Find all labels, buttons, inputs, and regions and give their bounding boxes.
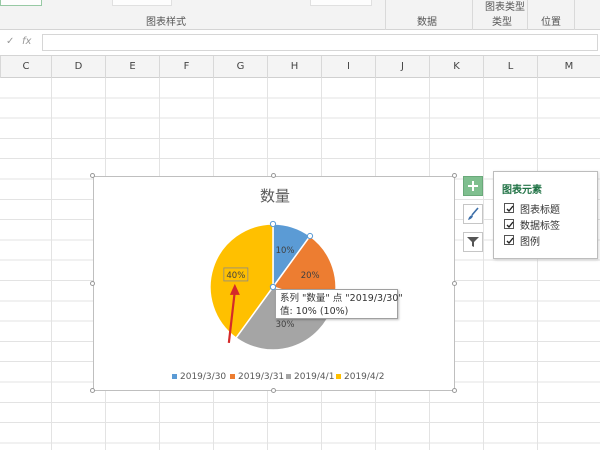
data-point-tooltip: 系列 "数量" 点 "2019/3/30" 值: 10% (10%) bbox=[275, 289, 403, 319]
column-header-row: C D E F G H I J K L M bbox=[0, 56, 600, 78]
checkmark-icon bbox=[506, 237, 514, 245]
column-header[interactable]: I bbox=[321, 56, 375, 78]
legend-label: 2019/4/2 bbox=[344, 372, 385, 382]
grid-line bbox=[51, 78, 52, 450]
column-header[interactable]: E bbox=[105, 56, 159, 78]
ribbon-style-thumbnail[interactable] bbox=[0, 0, 42, 6]
legend-swatch bbox=[336, 374, 341, 379]
checkbox[interactable] bbox=[504, 219, 514, 229]
ribbon-style-thumbnail[interactable] bbox=[310, 0, 372, 6]
tooltip-line: 值: 10% (10%) bbox=[280, 306, 349, 317]
legend-entry[interactable]: 2019/4/2 bbox=[336, 372, 384, 382]
checkbox[interactable] bbox=[504, 235, 514, 245]
ribbon-style-thumbnail[interactable] bbox=[112, 0, 172, 6]
formula-input[interactable] bbox=[42, 34, 598, 51]
ribbon-separator bbox=[574, 0, 575, 30]
resize-handle[interactable] bbox=[452, 281, 457, 286]
chart-filters-button[interactable] bbox=[463, 232, 483, 252]
resize-handle[interactable] bbox=[90, 281, 95, 286]
legend-swatch bbox=[286, 374, 291, 379]
column-header[interactable]: H bbox=[267, 56, 321, 78]
legend-label: 2019/3/30 bbox=[180, 372, 227, 382]
legend-entry[interactable]: 2019/4/1 bbox=[286, 372, 334, 382]
panel-title: 图表元素 bbox=[502, 185, 542, 196]
grid-line bbox=[483, 78, 484, 450]
ribbon-group-label: 数据 bbox=[417, 17, 437, 28]
legend-label: 2019/4/1 bbox=[294, 372, 335, 382]
filter-icon bbox=[467, 237, 479, 247]
resize-handle[interactable] bbox=[90, 173, 95, 178]
ribbon-group-label: 位置 bbox=[541, 17, 561, 28]
legend-swatch bbox=[172, 374, 177, 379]
chart-elements-button[interactable] bbox=[463, 176, 483, 196]
chart-elements-panel: 图表元素 图表标题 数据标签 图例 bbox=[493, 171, 598, 259]
resize-handle[interactable] bbox=[452, 173, 457, 178]
column-header[interactable]: C bbox=[0, 56, 51, 78]
legend-swatch bbox=[230, 374, 235, 379]
ribbon-separator bbox=[527, 0, 528, 30]
chart-element-option[interactable]: 图表标题 bbox=[504, 201, 560, 216]
legend-label: 2019/3/31 bbox=[238, 372, 285, 382]
option-label: 图表标题 bbox=[520, 204, 560, 216]
column-header[interactable]: F bbox=[159, 56, 213, 78]
column-header[interactable]: M bbox=[537, 56, 600, 78]
brush-icon bbox=[468, 207, 479, 220]
column-header[interactable]: J bbox=[375, 56, 429, 78]
ribbon: 图表样式 数据 图表类型 类型 位置 bbox=[0, 0, 600, 30]
resize-handle[interactable] bbox=[271, 388, 276, 393]
legend-entry[interactable]: 2019/3/31 bbox=[230, 372, 284, 382]
cancel-entry-icon[interactable]: ✓ bbox=[6, 36, 14, 47]
ribbon-separator bbox=[385, 0, 386, 30]
grid-line bbox=[537, 78, 538, 450]
chart-legend[interactable]: 2019/3/30 2019/3/31 2019/4/1 2019/4/2 bbox=[172, 372, 412, 384]
resize-handle[interactable] bbox=[452, 388, 457, 393]
chart-element-option[interactable]: 数据标签 bbox=[504, 217, 560, 232]
chart-styles-button[interactable] bbox=[463, 204, 483, 224]
chart-area[interactable]: 数量 bbox=[93, 176, 455, 391]
column-header[interactable]: L bbox=[483, 56, 537, 78]
chart-element-option[interactable]: 图例 bbox=[504, 233, 540, 248]
checkbox[interactable] bbox=[504, 203, 514, 213]
legend-entry[interactable]: 2019/3/30 bbox=[172, 372, 226, 382]
column-header[interactable]: K bbox=[429, 56, 483, 78]
formula-bar: ✓ fx bbox=[0, 30, 600, 56]
ribbon-separator bbox=[472, 0, 473, 30]
tooltip-line: 系列 "数量" 点 "2019/3/30" bbox=[280, 293, 403, 304]
resize-handle[interactable] bbox=[90, 388, 95, 393]
column-header[interactable]: D bbox=[51, 56, 105, 78]
fx-label[interactable]: fx bbox=[22, 36, 31, 47]
option-label: 数据标签 bbox=[520, 220, 560, 232]
column-header[interactable]: G bbox=[213, 56, 267, 78]
resize-handle[interactable] bbox=[271, 173, 276, 178]
ribbon-button-label[interactable]: 图表类型 bbox=[485, 0, 525, 13]
checkmark-icon bbox=[506, 205, 514, 213]
chart-title[interactable]: 数量 bbox=[94, 185, 456, 206]
ribbon-group-label: 图表样式 bbox=[146, 17, 186, 28]
plus-icon bbox=[468, 181, 478, 191]
checkmark-icon bbox=[506, 221, 514, 229]
ribbon-group-label: 类型 bbox=[492, 17, 512, 28]
option-label: 图例 bbox=[520, 236, 540, 248]
